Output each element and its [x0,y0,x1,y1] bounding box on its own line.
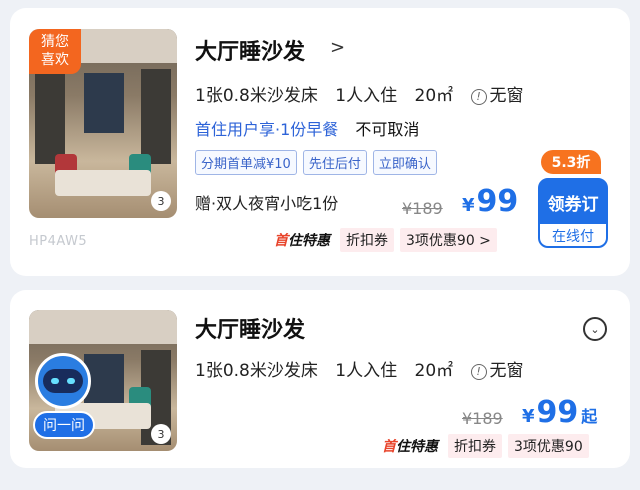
area-info: 20㎡ [414,86,454,106]
chip-installment: 分期首单减¥10 [195,150,297,175]
promo-brand-mark: 首 [274,233,288,249]
badge-line: 喜欢 [41,52,69,68]
chip-instant-confirm: 立即确认 [372,150,437,175]
info-icon: ! [470,88,487,105]
occupancy-info: 1人入住 [335,86,398,106]
current-price: ¥99 [462,184,518,219]
currency-symbol: ¥ [522,406,535,427]
promo-brand-text: 住特惠 [396,439,438,455]
chevron-down-icon[interactable]: ⌄ [583,317,607,341]
robot-visor [43,369,83,393]
room-title[interactable]: 大厅睡沙发 [195,312,305,344]
bed-info: 1张0.8米沙发床 [195,86,318,106]
photo-shelf [141,69,171,164]
photo-count: 3 [151,424,171,444]
book-button[interactable]: 领券订 在线付 [538,178,608,248]
price-value: 99 [476,184,519,219]
promo-deals: 3项优惠90 > [400,228,497,252]
promo-coupon: 折扣券 [448,434,502,458]
robot-eye [67,378,75,384]
robot-eye [51,378,59,384]
promo-brand-mark: 首 [382,439,396,455]
area-info: 20㎡ [414,361,454,381]
info-icon: ! [470,363,487,380]
window-info: 无窗 [489,361,524,381]
room-title[interactable]: 大厅睡沙发 [195,34,305,66]
guess-you-like-badge: 猜您 喜欢 [29,29,81,74]
promo-brand: 首住特惠 [382,436,438,456]
badge-line: 猜您 [41,34,69,50]
promo-coupon: 折扣券 [340,228,394,252]
gift-info: 赠·双人夜宵小吃1份 [195,194,339,213]
room-card-1[interactable]: 猜您 喜欢 3 HP4AW5 大厅睡沙发 > 1张0.8米沙发床 1人入住 20… [10,8,630,276]
ask-button[interactable]: 问一问 [33,411,95,439]
chip-pay-later: 先住后付 [302,150,367,175]
watermark: HP4AW5 [29,234,88,249]
bed-info: 1张0.8米沙发床 [195,361,318,381]
room-card-2[interactable]: 问一问 3 大厅睡沙发 ⌄ 1张0.8米沙发床 1人入住 20㎡ ! 无窗 ¥18… [10,290,630,468]
assistant-robot[interactable]: 问一问 [29,333,101,451]
current-price: ¥99 起 [522,395,597,430]
promo-row[interactable]: 首住特惠 折扣券 3项优惠90 [382,434,595,458]
room-info: 1张0.8米沙发床 1人入住 20㎡ ! 无窗 [195,81,536,106]
photo-count: 3 [151,191,171,211]
perks-row: 首住用户享·1份早餐 不可取消 [195,116,419,140]
occupancy-info: 1人入住 [335,361,398,381]
currency-symbol: ¥ [462,195,475,216]
promo-deals: 3项优惠90 [508,434,589,458]
promo-brand: 首住特惠 [274,230,330,250]
promo-row[interactable]: 首住特惠 折扣券 3项优惠90 > [274,228,503,252]
photo-shelf [35,69,65,164]
price-value: 99 [536,395,579,430]
cancel-policy: 不可取消 [355,120,420,139]
discount-badge: 5.3折 [541,150,601,174]
photo-sofa [55,170,151,196]
original-price: ¥189 [402,199,443,218]
tag-chips: 分期首单减¥10 先住后付 立即确认 [195,150,437,175]
breakfast-perk: 首住用户享·1份早餐 [195,120,339,139]
book-button-label: 领券订 [547,194,599,215]
chevron-right-icon[interactable]: > [330,37,345,58]
room-photo[interactable]: 问一问 3 [29,310,177,451]
original-price: ¥189 [462,409,503,428]
window-info: 无窗 [489,86,524,106]
price-suffix: 起 [581,407,598,426]
book-button-sub: 在线付 [540,224,606,246]
room-photo[interactable]: 猜您 喜欢 3 [29,29,177,218]
room-info: 1张0.8米沙发床 1人入住 20㎡ ! 无窗 [195,356,536,381]
photo-window [84,73,124,133]
promo-brand-text: 住特惠 [288,233,330,249]
